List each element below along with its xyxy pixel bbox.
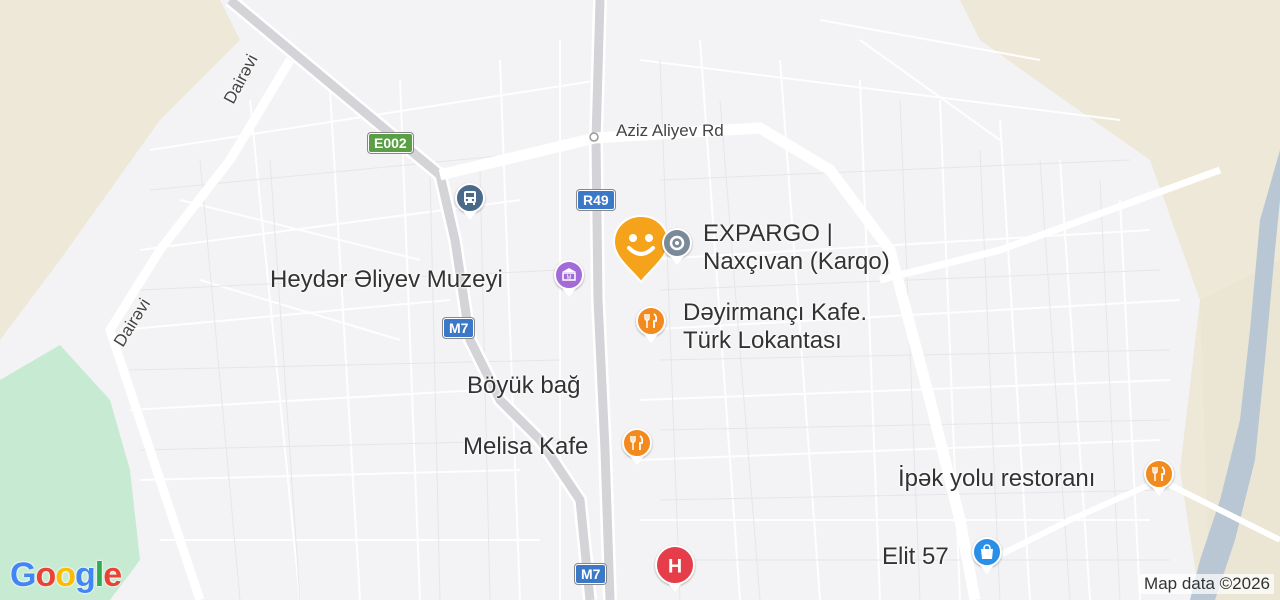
- place-label-expargo[interactable]: EXPARGO | Naxçıvan (Karqo): [703, 220, 890, 276]
- place-label-expargo-line1: EXPARGO |: [703, 220, 833, 247]
- bus-stop-marker[interactable]: [455, 183, 485, 213]
- cargo-marker[interactable]: [662, 228, 692, 258]
- hospital-marker[interactable]: H: [655, 545, 695, 585]
- restaurant-marker[interactable]: [636, 306, 666, 336]
- shopping-bag-icon: [981, 544, 993, 559]
- route-shield-m7: M7: [443, 318, 475, 338]
- route-shield-r49: R49: [577, 190, 615, 210]
- place-label-ipek-yolu[interactable]: İpək yolu restoranı: [898, 465, 1095, 493]
- museum-marker[interactable]: M: [554, 260, 584, 290]
- place-label-deyirmanci-line1: Dəyirmançı Kafe.: [683, 299, 868, 326]
- cargo-icon: [669, 235, 685, 251]
- place-label-museum[interactable]: Heydər Əliyev Muzeyi: [270, 266, 503, 294]
- street-label-aziz-aliyev-rd: Aziz Aliyev Rd: [616, 121, 724, 140]
- bus-icon: [464, 191, 476, 205]
- google-logo: Google: [10, 556, 122, 594]
- place-label-expargo-line2: Naxçıvan (Karqo): [703, 248, 890, 275]
- svg-text:M: M: [567, 275, 572, 281]
- place-label-deyirmanci-line2: Türk Lokantası: [683, 327, 842, 354]
- restaurant-marker[interactable]: [622, 428, 652, 458]
- area-label-boyuk-bag: Böyük bağ: [467, 372, 581, 399]
- fork-knife-icon: [1152, 466, 1166, 481]
- place-label-elit-57[interactable]: Elit 57: [882, 543, 949, 571]
- fork-knife-icon: [630, 435, 644, 450]
- hospital-icon: H: [668, 555, 682, 576]
- map-attribution[interactable]: Map data ©2026: [1140, 574, 1274, 594]
- shopping-marker[interactable]: [972, 537, 1002, 567]
- place-label-deyirmanci[interactable]: Dəyirmançı Kafe. Türk Lokantası: [683, 299, 867, 355]
- route-shield-m7: M7: [575, 564, 607, 584]
- restaurant-marker[interactable]: [1144, 459, 1174, 489]
- svg-text:H: H: [668, 555, 682, 576]
- fork-knife-icon: [644, 313, 658, 328]
- museum-icon: M: [562, 268, 576, 281]
- route-shield-e002: E002: [368, 133, 413, 153]
- place-label-melisa-kafe[interactable]: Melisa Kafe: [463, 433, 588, 461]
- map-canvas[interactable]: [0, 0, 1280, 600]
